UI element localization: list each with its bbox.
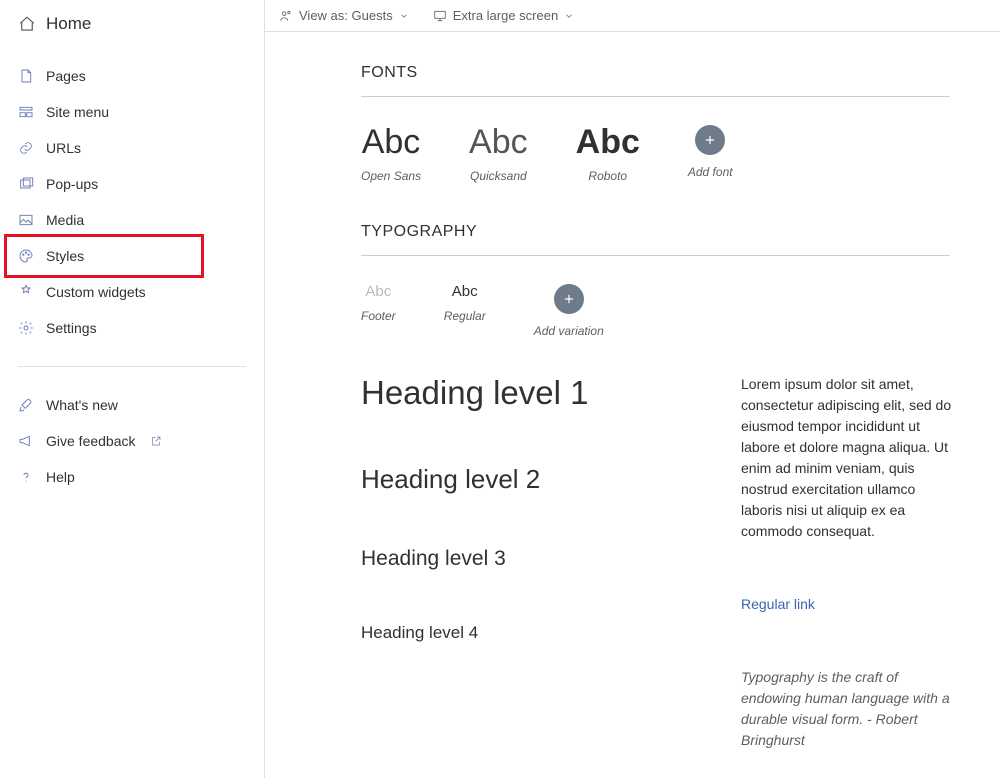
sidebar-item-label: Styles xyxy=(46,248,84,264)
sidebar-item-pages[interactable]: Pages xyxy=(0,58,264,94)
section-rule xyxy=(361,255,950,256)
sidebar-item-label: Custom widgets xyxy=(46,284,146,300)
typography-preview: Heading level 1 Heading level 2 Heading … xyxy=(361,374,1000,751)
font-card-open-sans[interactable]: Abc Open Sans xyxy=(361,125,421,183)
topbar: View as: Guests Extra large screen xyxy=(265,0,1000,32)
main: View as: Guests Extra large screen FONTS… xyxy=(265,0,1000,778)
help-icon xyxy=(18,469,34,485)
monitor-icon xyxy=(433,9,447,23)
media-icon xyxy=(18,212,34,228)
fonts-row: Abc Open Sans Abc Quicksand Abc Roboto A… xyxy=(361,125,1000,183)
font-name: Quicksand xyxy=(470,169,527,183)
typography-section: TYPOGRAPHY Abc Footer Abc Regular Add va… xyxy=(265,223,1000,778)
sidebar: Home Pages Site menu URLs Pop-ups Media … xyxy=(0,0,265,778)
text-column: Lorem ipsum dolor sit amet, consectetur … xyxy=(741,374,960,751)
font-sample: Abc xyxy=(576,125,640,159)
font-card-quicksand[interactable]: Abc Quicksand xyxy=(469,125,528,183)
font-card-roboto[interactable]: Abc Roboto xyxy=(576,125,640,183)
heading-3-sample[interactable]: Heading level 3 xyxy=(361,547,681,571)
chevron-down-icon xyxy=(399,11,409,21)
fonts-section-title: FONTS xyxy=(361,64,1000,96)
content-scroll[interactable]: FONTS Abc Open Sans Abc Quicksand Abc Ro… xyxy=(265,32,1000,778)
sidebar-item-media[interactable]: Media xyxy=(0,202,264,238)
sidebar-item-label: What's new xyxy=(46,397,118,413)
variation-sample: Abc xyxy=(452,284,478,299)
font-name: Roboto xyxy=(588,169,627,183)
plus-icon xyxy=(554,284,584,314)
gear-icon xyxy=(18,320,34,336)
heading-2-sample[interactable]: Heading level 2 xyxy=(361,464,681,495)
sidebar-item-settings[interactable]: Settings xyxy=(0,310,264,346)
sidebar-item-label: URLs xyxy=(46,140,81,156)
font-sample: Abc xyxy=(469,125,528,159)
heading-column: Heading level 1 Heading level 2 Heading … xyxy=(361,374,681,751)
add-variation-label: Add variation xyxy=(534,324,604,338)
section-rule xyxy=(361,96,950,97)
sidebar-item-site-menu[interactable]: Site menu xyxy=(0,94,264,130)
screen-size-dropdown[interactable]: Extra large screen xyxy=(433,8,575,23)
secondary-nav: What's new Give feedback Help xyxy=(0,377,264,505)
font-sample: Abc xyxy=(362,125,421,159)
popup-icon xyxy=(18,176,34,192)
chevron-down-icon xyxy=(564,11,574,21)
view-as-label: View as: Guests xyxy=(299,8,393,23)
widget-icon xyxy=(18,284,34,300)
variation-sample: Abc xyxy=(365,284,391,299)
typography-row: Abc Footer Abc Regular Add variation xyxy=(361,284,1000,338)
page-icon xyxy=(18,68,34,84)
sidebar-item-label: Pages xyxy=(46,68,86,84)
add-variation-button[interactable]: Add variation xyxy=(534,284,604,338)
heading-4-sample[interactable]: Heading level 4 xyxy=(361,623,681,643)
heading-1-sample[interactable]: Heading level 1 xyxy=(361,374,681,412)
megaphone-icon xyxy=(18,433,34,449)
quote-sample[interactable]: Typography is the craft of endowing huma… xyxy=(741,667,960,751)
palette-icon xyxy=(18,248,34,264)
sidebar-item-styles[interactable]: Styles xyxy=(0,238,264,274)
fonts-section: FONTS Abc Open Sans Abc Quicksand Abc Ro… xyxy=(265,64,1000,223)
font-name: Open Sans xyxy=(361,169,421,183)
sidebar-item-help[interactable]: Help xyxy=(0,459,264,495)
sidebar-item-whats-new[interactable]: What's new xyxy=(0,387,264,423)
sidebar-item-label: Pop-ups xyxy=(46,176,98,192)
sidebar-item-popups[interactable]: Pop-ups xyxy=(0,166,264,202)
variation-name: Regular xyxy=(444,309,486,323)
sidebar-item-custom-widgets[interactable]: Custom widgets xyxy=(0,274,264,310)
sidebar-item-urls[interactable]: URLs xyxy=(0,130,264,166)
add-font-button[interactable]: Add font xyxy=(688,125,733,179)
sidebar-title: Home xyxy=(46,14,91,34)
highlight-annotation xyxy=(4,234,204,278)
sidebar-item-label: Help xyxy=(46,469,75,485)
view-as-dropdown[interactable]: View as: Guests xyxy=(279,8,409,23)
typography-variation-footer[interactable]: Abc Footer xyxy=(361,284,396,323)
add-font-label: Add font xyxy=(688,165,733,179)
screen-size-label: Extra large screen xyxy=(453,8,559,23)
typography-section-title: TYPOGRAPHY xyxy=(361,223,1000,255)
home-icon xyxy=(18,15,36,33)
sidebar-item-label: Give feedback xyxy=(46,433,136,449)
sidebar-item-label: Media xyxy=(46,212,84,228)
rocket-icon xyxy=(18,397,34,413)
primary-nav: Pages Site menu URLs Pop-ups Media Style… xyxy=(0,48,264,356)
regular-link-sample[interactable]: Regular link xyxy=(741,596,815,612)
sidebar-item-label: Settings xyxy=(46,320,97,336)
sidebar-item-label: Site menu xyxy=(46,104,109,120)
variation-name: Footer xyxy=(361,309,396,323)
link-icon xyxy=(18,140,34,156)
plus-icon xyxy=(695,125,725,155)
external-link-icon xyxy=(150,435,162,447)
sidebar-divider xyxy=(18,366,246,367)
sidebar-header[interactable]: Home xyxy=(0,14,264,48)
sitemap-icon xyxy=(18,104,34,120)
lorem-sample[interactable]: Lorem ipsum dolor sit amet, consectetur … xyxy=(741,374,960,542)
typography-variation-regular[interactable]: Abc Regular xyxy=(444,284,486,323)
user-icon xyxy=(279,9,293,23)
sidebar-item-give-feedback[interactable]: Give feedback xyxy=(0,423,264,459)
